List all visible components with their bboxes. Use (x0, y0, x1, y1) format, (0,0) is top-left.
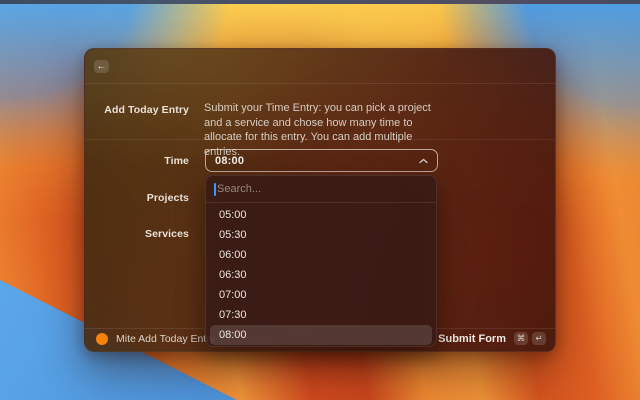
submit-form-label: Submit Form (438, 332, 506, 345)
section-divider (85, 139, 555, 140)
wallpaper-bottom-strip (0, 0, 640, 4)
dropdown-option[interactable]: 07:00 (210, 285, 432, 305)
dropdown-option[interactable]: 05:00 (210, 205, 432, 225)
projects-label: Projects (146, 192, 189, 204)
services-label: Services (144, 228, 189, 240)
time-value: 08:00 (215, 154, 245, 167)
text-cursor (214, 183, 216, 196)
chevron-up-icon (419, 158, 428, 164)
dropdown-option[interactable]: 05:30 (210, 225, 432, 245)
raycast-window: ← Add Today Entry Submit your Time Entry… (84, 48, 556, 352)
screen: ← Add Today Entry Submit your Time Entry… (0, 0, 640, 400)
header-divider (85, 83, 555, 84)
time-field[interactable]: 08:00 (205, 149, 438, 172)
dropdown-option-list: 05:00 05:30 06:00 06:30 07:00 07:30 08:0… (206, 203, 436, 346)
dropdown-option[interactable]: 06:30 (210, 265, 432, 285)
back-arrow-icon: ← (96, 60, 107, 72)
submit-form-action[interactable]: Submit Form ⌘ ↵ (438, 332, 546, 345)
form-title: Add Today Entry (104, 104, 189, 116)
dropdown-option-selected[interactable]: 08:00 (210, 325, 432, 345)
back-button[interactable]: ← (94, 60, 109, 73)
mite-logo-icon (96, 332, 108, 345)
dropdown-option[interactable]: 07:30 (210, 305, 432, 325)
return-key-icon: ↵ (532, 332, 546, 345)
app-name: Mite Add Today Entry (116, 332, 216, 345)
search-input[interactable] (206, 176, 436, 202)
command-key-icon: ⌘ (514, 332, 528, 345)
dropdown-option[interactable]: 06:00 (210, 245, 432, 265)
time-dropdown: 05:00 05:30 06:00 06:30 07:00 07:30 08:0… (205, 175, 437, 347)
time-label: Time (164, 155, 189, 167)
dropdown-search-row (206, 176, 436, 203)
